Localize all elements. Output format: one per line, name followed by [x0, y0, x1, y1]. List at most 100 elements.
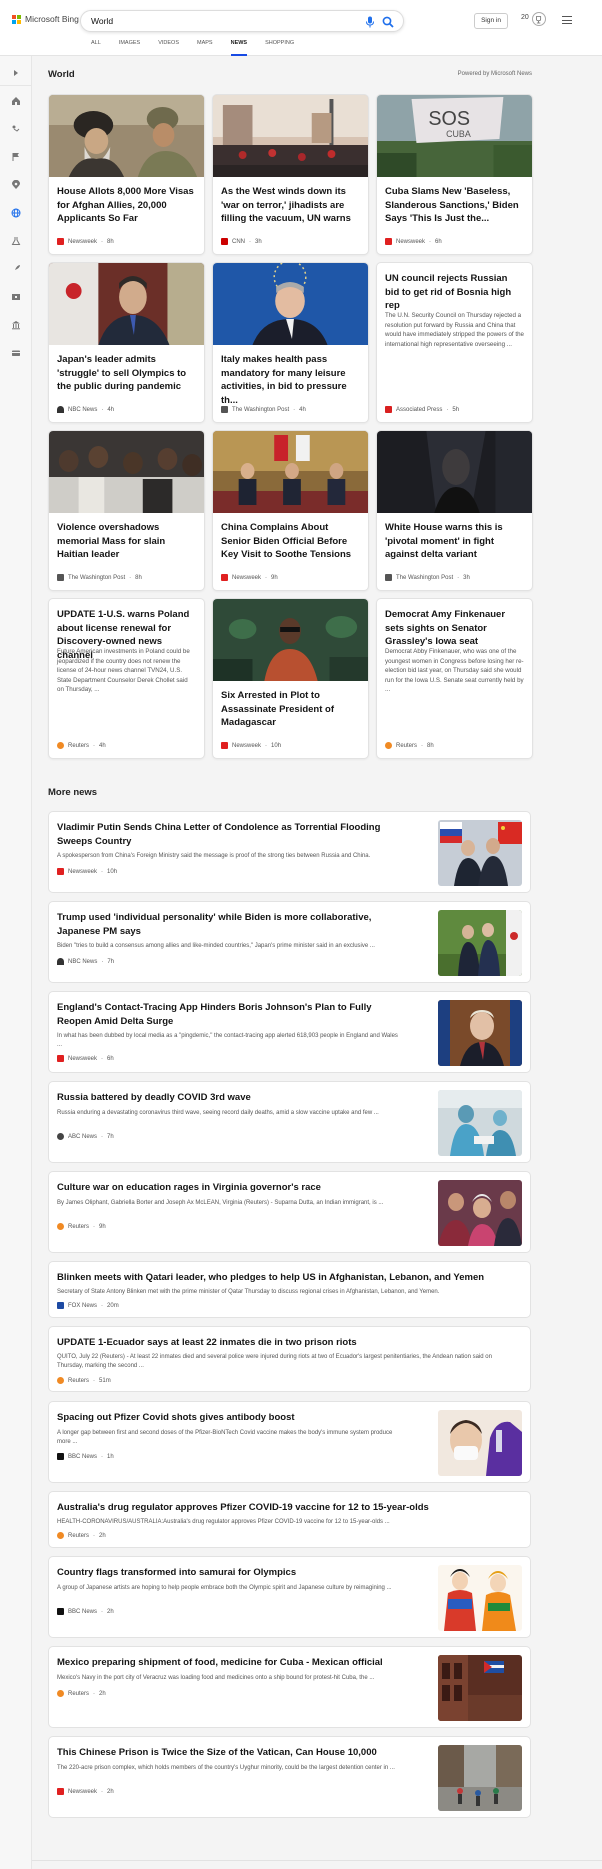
card-source: The Washington Post · 3h	[385, 574, 470, 581]
item-title[interactable]: Vladimir Putin Sends China Letter of Con…	[57, 821, 399, 848]
card-source: Reuters · 8h	[385, 742, 434, 749]
reuters-logo-icon	[57, 1532, 64, 1539]
separator: ·	[249, 238, 251, 245]
expand-icon[interactable]	[0, 60, 32, 86]
globe-icon[interactable]	[9, 206, 23, 220]
film-icon[interactable]	[9, 290, 23, 304]
article-age: 8h	[135, 574, 142, 581]
news-card[interactable]: House Allots 8,000 More Visas for Afghan…	[48, 94, 205, 255]
item-snippet: Secretary of State Antony Blinken met wi…	[57, 1289, 440, 1295]
source-name: Reuters	[396, 742, 418, 749]
science-icon[interactable]	[9, 234, 23, 248]
news-card[interactable]: UN council rejects Russian bid to get ri…	[376, 262, 533, 423]
tab-all[interactable]: ALL	[82, 40, 110, 56]
news-list-item[interactable]: Culture war on education rages in Virgin…	[48, 1171, 531, 1253]
news-card[interactable]: As the West winds down its 'war on terro…	[212, 94, 369, 255]
location-icon[interactable]	[9, 178, 23, 192]
card-title[interactable]: Six Arrested in Plot to Assassinate Pres…	[221, 689, 360, 730]
menu-icon[interactable]	[562, 16, 572, 24]
newsweek-logo-icon	[57, 868, 64, 875]
item-title[interactable]: This Chinese Prison is Twice the Size of…	[57, 1746, 399, 1760]
card-title[interactable]: UN council rejects Russian bid to get ri…	[385, 272, 524, 313]
news-card[interactable]: Italy makes health pass mandatory for ma…	[212, 262, 369, 423]
newsweek-logo-icon	[221, 574, 228, 581]
nbc-logo-icon	[57, 958, 64, 965]
item-title[interactable]: Trump used 'individual personality' whil…	[57, 911, 399, 938]
item-thumbnail	[438, 820, 522, 886]
item-title[interactable]: Australia's drug regulator approves Pfiz…	[57, 1501, 517, 1515]
news-list-item[interactable]: Vladimir Putin Sends China Letter of Con…	[48, 811, 531, 893]
search-box[interactable]	[80, 10, 404, 32]
card-title[interactable]: Violence overshadows memorial Mass for s…	[57, 521, 196, 562]
item-title[interactable]: UPDATE 1-Ecuador says at least 22 inmate…	[57, 1336, 517, 1350]
tab-videos[interactable]: VIDEOS	[149, 40, 188, 56]
separator: ·	[101, 1453, 104, 1460]
item-title[interactable]: Mexico preparing shipment of food, medic…	[57, 1656, 399, 1670]
news-list-item[interactable]: Russia battered by deadly COVID 3rd wave…	[48, 1081, 531, 1163]
item-title[interactable]: Spacing out Pfizer Covid shots gives ant…	[57, 1411, 399, 1425]
card-title[interactable]: As the West winds down its 'war on terro…	[221, 185, 360, 226]
separator: ·	[93, 742, 96, 749]
news-list-item[interactable]: England's Contact-Tracing App Hinders Bo…	[48, 991, 531, 1073]
card-icon[interactable]	[9, 346, 23, 360]
news-list-item[interactable]: Mexico preparing shipment of food, medic…	[48, 1646, 531, 1728]
news-card[interactable]: SOS CUBA Cuba Slams New 'Baseless, Sland…	[376, 94, 533, 255]
search-input[interactable]	[91, 16, 311, 26]
source-name: Newsweek	[232, 742, 262, 749]
card-title[interactable]: Japan's leader admits 'struggle' to sell…	[57, 353, 196, 394]
tab-maps[interactable]: MAPS	[188, 40, 222, 56]
card-title[interactable]: House Allots 8,000 More Visas for Afghan…	[57, 185, 196, 226]
sign-in-button[interactable]: Sign in	[474, 13, 508, 29]
card-title[interactable]: Cuba Slams New 'Baseless, Slanderous San…	[385, 185, 524, 226]
news-card[interactable]: Japan's leader admits 'struggle' to sell…	[48, 262, 205, 423]
svg-text:SOS: SOS	[428, 108, 470, 130]
news-list-item[interactable]: Spacing out Pfizer Covid shots gives ant…	[48, 1401, 531, 1483]
rewards-trophy-icon[interactable]	[532, 12, 546, 26]
news-card[interactable]: UPDATE 1-U.S. warns Poland about license…	[48, 598, 205, 759]
home-icon[interactable]	[9, 94, 23, 108]
news-image	[49, 263, 204, 345]
item-title[interactable]: England's Contact-Tracing App Hinders Bo…	[57, 1001, 399, 1028]
news-image	[49, 431, 204, 513]
search-icon[interactable]	[382, 16, 394, 28]
tab-shopping[interactable]: SHOPPING	[256, 40, 303, 56]
news-card[interactable]: White House warns this is 'pivotal momen…	[376, 430, 533, 591]
item-source: BBC News · 1h	[57, 1453, 114, 1460]
source-name: CNN	[232, 238, 245, 245]
item-title[interactable]: Country flags transformed into samurai f…	[57, 1566, 399, 1580]
separator: ·	[265, 574, 268, 581]
item-snippet: A longer gap between first and second do…	[57, 1430, 393, 1446]
tab-news[interactable]: NEWS	[222, 40, 257, 56]
item-title[interactable]: Blinken meets with Qatari leader, who pl…	[57, 1271, 517, 1285]
sports-icon[interactable]	[9, 122, 23, 136]
rocket-icon[interactable]	[9, 262, 23, 276]
news-list-item[interactable]: Blinken meets with Qatari leader, who pl…	[48, 1261, 531, 1318]
news-list-item[interactable]: Australia's drug regulator approves Pfiz…	[48, 1491, 531, 1548]
microphone-icon[interactable]	[365, 16, 375, 28]
news-card[interactable]: Six Arrested in Plot to Assassinate Pres…	[212, 598, 369, 759]
item-source: Reuters · 51m	[57, 1377, 111, 1384]
flag-icon[interactable]	[9, 150, 23, 164]
card-title[interactable]: White House warns this is 'pivotal momen…	[385, 521, 524, 562]
cnn-logo-icon	[221, 238, 228, 245]
news-card[interactable]: Violence overshadows memorial Mass for s…	[48, 430, 205, 591]
news-list-item[interactable]: UPDATE 1-Ecuador says at least 22 inmate…	[48, 1326, 531, 1392]
news-card[interactable]: Democrat Amy Finkenauer sets sights on S…	[376, 598, 533, 759]
svg-text:CUBA: CUBA	[446, 129, 471, 139]
item-source: Reuters · 2h	[57, 1690, 106, 1697]
item-title[interactable]: Culture war on education rages in Virgin…	[57, 1181, 399, 1195]
card-title[interactable]: China Complains About Senior Biden Offic…	[221, 521, 360, 562]
news-list-item[interactable]: Country flags transformed into samurai f…	[48, 1556, 531, 1638]
card-title[interactable]: Democrat Amy Finkenauer sets sights on S…	[385, 608, 524, 649]
tab-images[interactable]: IMAGES	[110, 40, 149, 56]
bing-logo[interactable]: Microsoft Bing	[12, 14, 79, 24]
item-title[interactable]: Russia battered by deadly COVID 3rd wave	[57, 1091, 399, 1105]
news-list-item[interactable]: Trump used 'individual personality' whil…	[48, 901, 531, 983]
bank-icon[interactable]	[9, 318, 23, 332]
news-card[interactable]: China Complains About Senior Biden Offic…	[212, 430, 369, 591]
card-title[interactable]: Italy makes health pass mandatory for ma…	[221, 353, 360, 407]
separator: ·	[101, 868, 104, 875]
powered-by-label[interactable]: Powered by Microsoft News	[458, 71, 532, 77]
card-source: NBC News · 4h	[57, 406, 114, 413]
news-list-item[interactable]: This Chinese Prison is Twice the Size of…	[48, 1736, 531, 1818]
